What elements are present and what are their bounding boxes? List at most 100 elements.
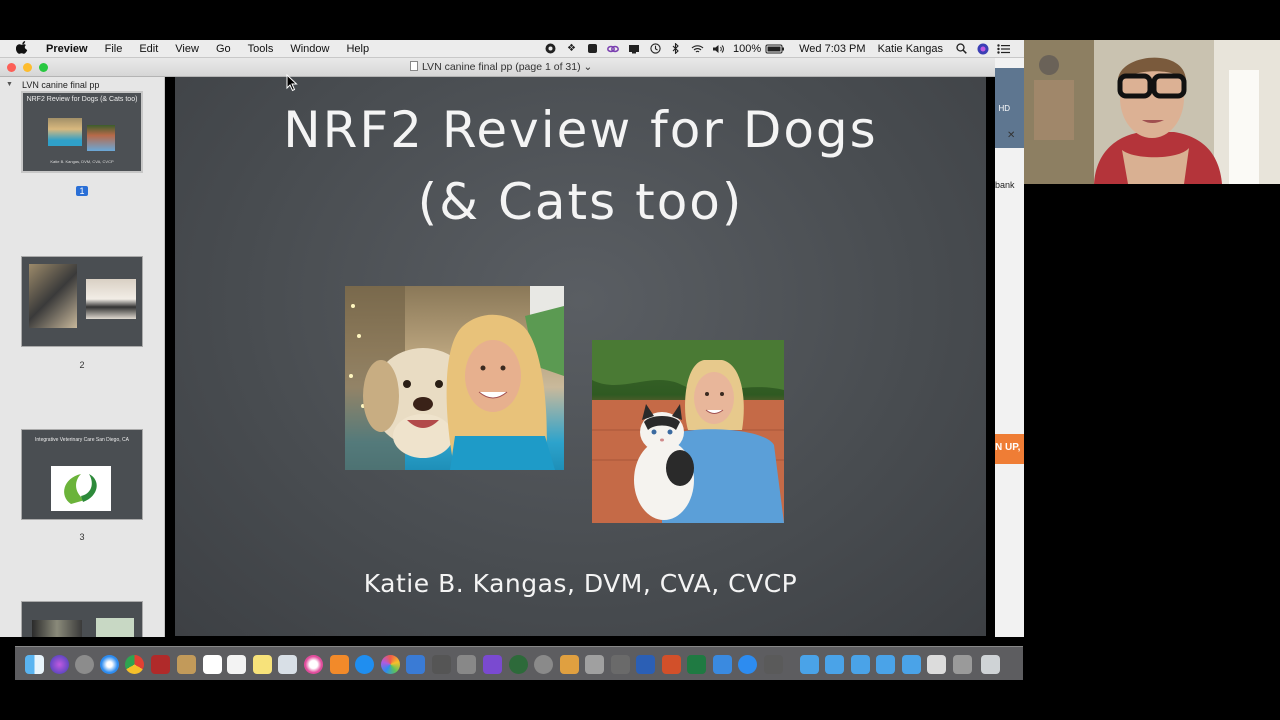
archive-icon[interactable] bbox=[560, 655, 579, 674]
acrobat-icon[interactable] bbox=[151, 655, 170, 674]
menu-view[interactable]: View bbox=[175, 43, 199, 55]
preview-icon[interactable] bbox=[278, 655, 297, 674]
disk-utility-icon[interactable] bbox=[585, 655, 604, 674]
menu-go[interactable]: Go bbox=[216, 43, 231, 55]
thumbnail-2-photo-a bbox=[29, 264, 77, 328]
battery-icon[interactable] bbox=[765, 43, 785, 54]
spotlight-search-icon[interactable] bbox=[955, 43, 968, 54]
wifi-icon[interactable] bbox=[691, 43, 704, 54]
menu-file[interactable]: File bbox=[105, 43, 123, 55]
window-title: LVN canine final pp (page 1 of 31) bbox=[422, 61, 581, 73]
photo-woman-with-cat bbox=[592, 340, 784, 523]
slide-title-line-1: NRF2 Review for Dogs bbox=[283, 101, 878, 159]
thumbnail-2-photo-b bbox=[86, 279, 136, 319]
thumbnail-4-photo-b bbox=[96, 618, 134, 637]
script-editor-icon[interactable] bbox=[611, 655, 630, 674]
dock bbox=[15, 646, 1023, 680]
menu-help[interactable]: Help bbox=[346, 43, 369, 55]
downloads-icon[interactable] bbox=[927, 655, 946, 674]
link-icon[interactable] bbox=[607, 43, 620, 54]
close-button[interactable] bbox=[7, 63, 16, 72]
app-store-icon[interactable] bbox=[355, 655, 374, 674]
page-number-3: 3 bbox=[79, 532, 85, 542]
safari-icon[interactable] bbox=[100, 655, 119, 674]
mouse-cursor-icon bbox=[286, 74, 298, 92]
trash-icon[interactable] bbox=[981, 655, 1000, 674]
record-icon[interactable] bbox=[544, 43, 557, 54]
thumbnail-3-logo bbox=[51, 466, 111, 511]
camera-icon[interactable] bbox=[432, 655, 451, 674]
thumbnail-sidebar[interactable]: ▼ LVN canine final pp NRF2 Review for Do… bbox=[0, 77, 165, 637]
menu-app-preview[interactable]: Preview bbox=[46, 43, 88, 55]
page-thumbnail-4[interactable] bbox=[21, 601, 143, 637]
time-machine-dock-icon[interactable] bbox=[509, 655, 528, 674]
menu-bar: Preview File Edit View Go Tools Window H… bbox=[0, 40, 1024, 58]
notification-center-icon[interactable] bbox=[997, 43, 1010, 54]
page-number-2: 2 bbox=[79, 360, 85, 370]
menu-edit[interactable]: Edit bbox=[139, 43, 158, 55]
zoom-app-icon[interactable] bbox=[738, 655, 757, 674]
background-close-icon[interactable]: ✕ bbox=[1007, 130, 1015, 141]
apple-icon[interactable] bbox=[15, 40, 30, 57]
system-preferences-icon[interactable] bbox=[534, 655, 553, 674]
dropbox-icon[interactable]: ❖ bbox=[565, 43, 578, 54]
calendar-icon[interactable] bbox=[203, 655, 222, 674]
evernote-icon[interactable] bbox=[586, 43, 599, 54]
finder-icon[interactable] bbox=[25, 655, 44, 674]
thumbnail-1-author: Katie B. Kangas, DVM, CVA, CVCP bbox=[50, 159, 114, 164]
siri-icon[interactable] bbox=[976, 43, 989, 54]
slide-canvas[interactable]: NRF2 Review for Dogs (& Cats too) Katie … bbox=[175, 77, 986, 636]
excel-icon[interactable] bbox=[687, 655, 706, 674]
menu-tools[interactable]: Tools bbox=[248, 43, 274, 55]
folder-icon[interactable] bbox=[851, 655, 870, 674]
clock[interactable]: Wed 7:03 PM bbox=[799, 43, 865, 55]
siri-dock-icon[interactable] bbox=[50, 655, 69, 674]
launchpad-icon[interactable] bbox=[75, 655, 94, 674]
stack-icon[interactable] bbox=[953, 655, 972, 674]
notes-icon[interactable] bbox=[227, 655, 246, 674]
chrome-icon[interactable] bbox=[125, 655, 144, 674]
minimize-button[interactable] bbox=[23, 63, 32, 72]
ibooks-icon[interactable] bbox=[330, 655, 349, 674]
stickies-icon[interactable] bbox=[253, 655, 272, 674]
page-thumbnail-1[interactable]: NRF2 Review for Dogs (& Cats too) Katie … bbox=[21, 91, 143, 173]
background-window[interactable]: HD ✕ bank N UP, bbox=[995, 58, 1024, 637]
background-signup-label: N UP, bbox=[995, 442, 1021, 453]
thumbnail-1-title: NRF2 Review for Dogs (& Cats too) bbox=[26, 96, 138, 103]
volume-icon[interactable] bbox=[712, 43, 725, 54]
background-signup-button[interactable]: N UP, bbox=[995, 434, 1024, 464]
sidebar-title: LVN canine final pp bbox=[22, 80, 100, 90]
photo-woman-with-dog bbox=[345, 286, 564, 470]
menu-window[interactable]: Window bbox=[290, 43, 329, 55]
webcam-video-feed bbox=[1024, 40, 1280, 184]
thumbnail-4-photo-a bbox=[32, 620, 82, 637]
folder-icon[interactable] bbox=[902, 655, 921, 674]
zoom-button[interactable] bbox=[39, 63, 48, 72]
imovie-icon[interactable] bbox=[483, 655, 502, 674]
page-thumbnail-3[interactable]: Integrative Veterinary Care San Diego, C… bbox=[21, 429, 143, 520]
powerpoint-icon[interactable] bbox=[662, 655, 681, 674]
screen: Preview File Edit View Go Tools Window H… bbox=[0, 0, 1280, 720]
folder-icon[interactable] bbox=[800, 655, 819, 674]
bluetooth-icon[interactable] bbox=[670, 43, 683, 54]
word-icon[interactable] bbox=[636, 655, 655, 674]
page-thumbnail-2[interactable] bbox=[21, 256, 143, 347]
keynote-icon[interactable] bbox=[713, 655, 732, 674]
display-icon[interactable] bbox=[628, 43, 641, 54]
xcode-icon[interactable] bbox=[406, 655, 425, 674]
screen-recorder-icon[interactable] bbox=[764, 655, 783, 674]
folder-icon[interactable] bbox=[825, 655, 844, 674]
user-name[interactable]: Katie Kangas bbox=[878, 43, 943, 55]
status-area: ❖ 100% Wed 7:03 PM Katie Kangas bbox=[544, 43, 1024, 55]
photos-icon[interactable] bbox=[381, 655, 400, 674]
window-titlebar[interactable]: LVN canine final pp (page 1 of 31) ⌄ bbox=[0, 58, 995, 77]
slide-author: Katie B. Kangas, DVM, CVA, CVCP bbox=[363, 569, 798, 598]
contacts-icon[interactable] bbox=[177, 655, 196, 674]
system-icon[interactable] bbox=[457, 655, 476, 674]
thumbnail-1-photo-b bbox=[87, 125, 115, 151]
time-machine-icon[interactable] bbox=[649, 43, 662, 54]
folder-icon[interactable] bbox=[876, 655, 895, 674]
disclosure-triangle-icon[interactable]: ▼ bbox=[6, 81, 13, 88]
itunes-icon[interactable] bbox=[304, 655, 323, 674]
thumbnail-1-photo-a bbox=[48, 118, 82, 146]
